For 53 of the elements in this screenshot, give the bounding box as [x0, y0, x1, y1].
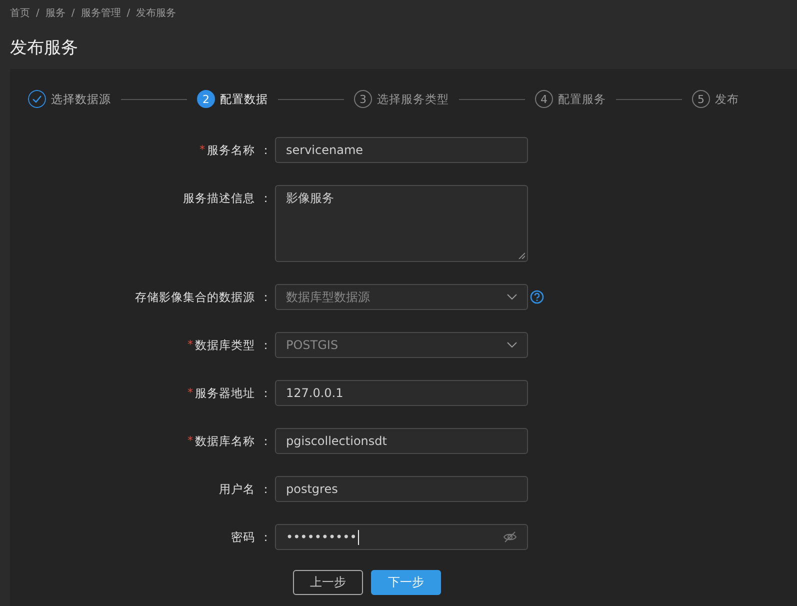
field-label: 服务描述信息	[183, 190, 255, 207]
step-label[interactable]: 选择数据源	[51, 92, 111, 106]
required-asterisk: *	[188, 433, 193, 449]
breadcrumb-link[interactable]: 服务	[45, 6, 66, 20]
breadcrumb-link[interactable]: 服务管理	[80, 6, 121, 20]
label-colon: ：	[259, 529, 273, 546]
field-label: 存储影像集合的数据源	[135, 289, 255, 306]
back-button[interactable]: 上一步	[293, 570, 363, 595]
resize-grip-icon[interactable]	[518, 252, 525, 259]
breadcrumb-separator: /	[36, 8, 40, 18]
field-text: 影像服务	[286, 190, 334, 207]
text-field[interactable]: 127.0.0.1	[275, 380, 528, 406]
step-label[interactable]: 选择服务类型	[377, 92, 449, 106]
label-colon: ：	[259, 385, 273, 402]
breadcrumb-separator: /	[71, 8, 75, 18]
select-value: 数据库型数据源	[286, 288, 371, 306]
breadcrumb-separator: /	[126, 8, 130, 18]
text-field[interactable]: postgres	[275, 476, 528, 502]
field-label: 数据库类型	[195, 337, 255, 354]
password-field[interactable]: ••••••••••	[275, 524, 528, 550]
label-colon: ：	[259, 481, 273, 498]
required-asterisk: *	[200, 142, 205, 158]
required-asterisk: *	[188, 385, 193, 401]
step-label[interactable]: 配置数据	[220, 92, 268, 106]
text-field[interactable]: pgiscollectionsdt	[275, 428, 528, 454]
field-label: 用户名	[219, 481, 255, 498]
label-colon: ：	[259, 289, 273, 306]
field-label: 数据库名称	[195, 433, 255, 450]
eye-slash-icon[interactable]	[503, 531, 517, 543]
select-value: POSTGIS	[286, 338, 340, 352]
breadcrumb-link[interactable]: 首页	[10, 6, 30, 20]
page-title: 发布服务	[9, 37, 79, 60]
step-label[interactable]: 发布	[715, 92, 739, 106]
step-number: 3	[354, 90, 372, 108]
breadcrumb-link[interactable]: 发布服务	[136, 6, 176, 20]
required-asterisk: *	[188, 337, 193, 353]
label-colon: ：	[259, 142, 273, 159]
chevron-down-icon	[507, 294, 517, 300]
field-label: 服务名称	[207, 142, 255, 159]
password-dots: ••••••••••	[286, 530, 357, 544]
next-button[interactable]: 下一步	[371, 570, 441, 595]
step-number: 5	[692, 90, 710, 108]
step-label[interactable]: 配置服务	[558, 92, 606, 106]
description-field[interactable]: 影像服务	[275, 185, 528, 262]
chevron-down-icon	[507, 342, 517, 348]
field-label: 服务器地址	[195, 385, 255, 402]
field-label: 密码	[231, 529, 255, 546]
step-number: 4	[535, 90, 553, 108]
text-field[interactable]: servicename	[275, 137, 528, 163]
label-colon: ：	[259, 337, 273, 354]
label-colon: ：	[259, 433, 273, 450]
label-colon: ：	[259, 190, 273, 207]
step-number: 2	[197, 90, 215, 108]
